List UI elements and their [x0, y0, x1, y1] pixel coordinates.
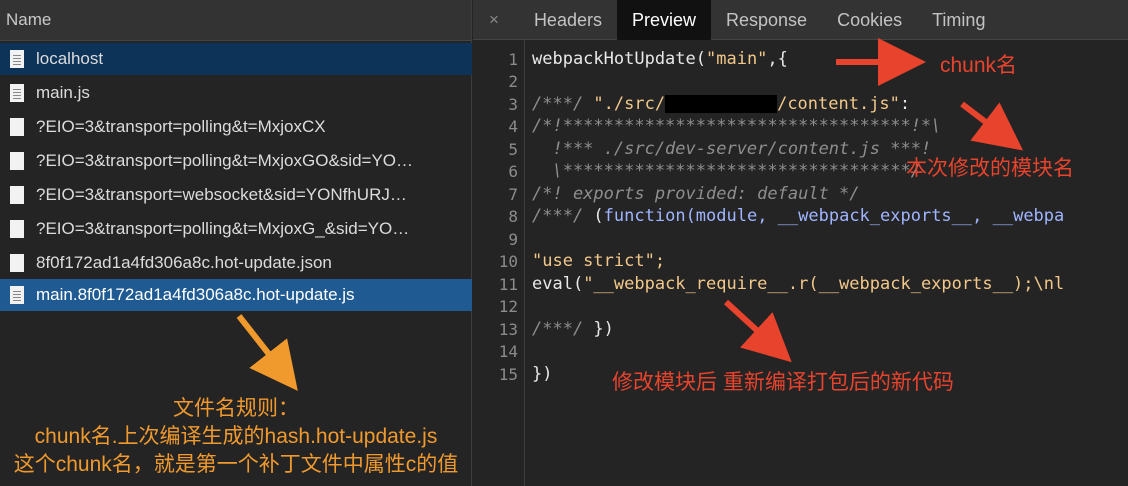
module-name-annotation: 本次修改的模块名	[906, 157, 1074, 180]
recompile-annotation: 修改模块后 重新编译打包后的新代码	[612, 371, 954, 394]
chunk-name-annotation: chunk名	[940, 54, 1018, 77]
